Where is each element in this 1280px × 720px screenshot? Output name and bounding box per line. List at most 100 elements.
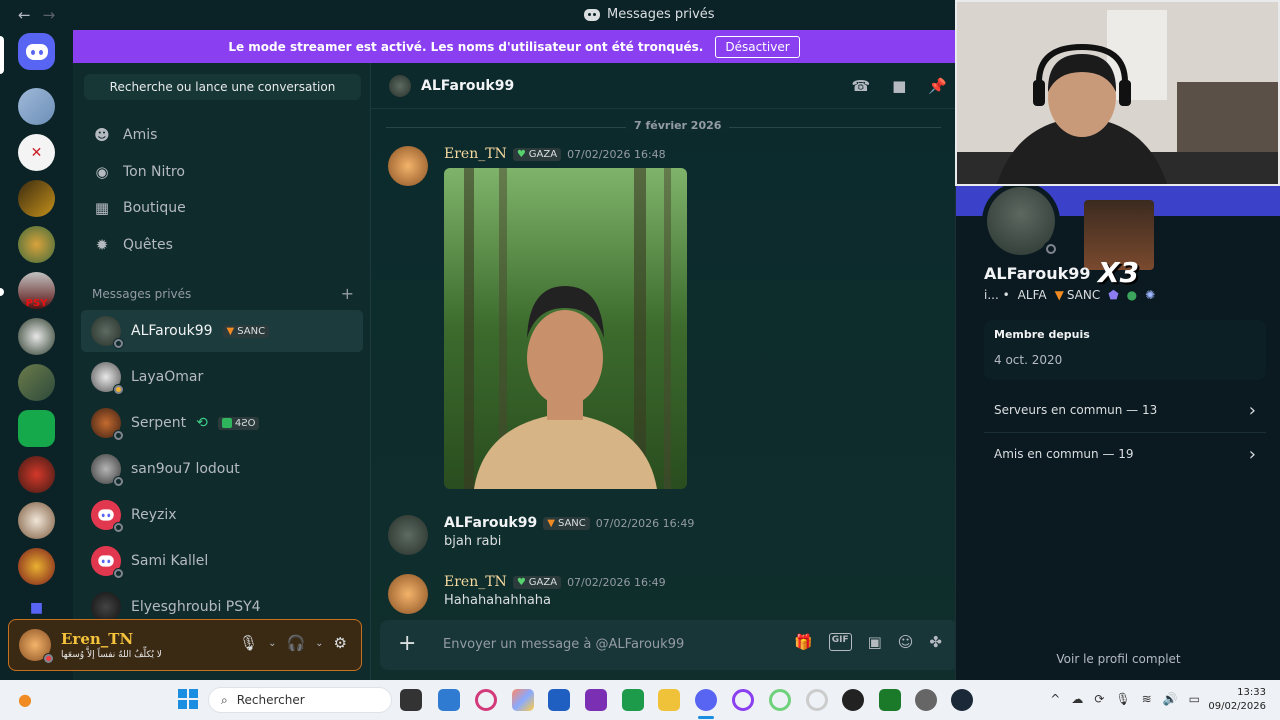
microphone-icon[interactable]: 🎙 — [239, 634, 258, 652]
dm-item-serpent[interactable]: Serpent ⟲ 4ƧO — [81, 402, 363, 444]
badge-gear-icon[interactable]: ✺ — [1145, 288, 1155, 302]
app-icon[interactable] — [438, 689, 460, 711]
clan-tag: ▼ SANC — [222, 324, 270, 338]
folder-icon[interactable]: ■ — [18, 600, 55, 620]
nav-shop[interactable]: ▦ Boutique — [81, 191, 363, 225]
mutual-servers-button[interactable]: Serveurs en commun — 13 › — [984, 389, 1266, 431]
server-icon-3[interactable] — [18, 180, 55, 217]
app-icon[interactable] — [585, 689, 607, 711]
quest-icon: ✹ — [95, 236, 109, 254]
author-avatar[interactable] — [388, 146, 428, 186]
server-icon-8[interactable] — [18, 410, 55, 447]
microphone-icon[interactable]: 🎙 — [1115, 692, 1130, 706]
dm-item-alfarouk99[interactable]: ALFarouk99 ▼ SANC — [81, 310, 363, 352]
apps-icon[interactable]: ✤ — [929, 633, 942, 651]
clock[interactable]: 13:33 09/02/2026 — [1208, 686, 1266, 714]
mutual-friends-button[interactable]: Amis en commun — 19 › — [984, 433, 1266, 475]
copilot-icon[interactable] — [512, 689, 534, 711]
opera-icon[interactable] — [806, 689, 828, 711]
server-icon-1[interactable] — [18, 88, 55, 125]
server-icon-9[interactable] — [18, 456, 55, 493]
task-view-icon[interactable] — [400, 689, 422, 711]
forward-arrow-icon[interactable]: → — [43, 6, 56, 24]
add-attachment-icon[interactable]: + — [398, 631, 416, 656]
channel-header: ALFarouk99 ☎ ■ 📌 — [371, 63, 955, 109]
nitro-badge-icon: ⟲ — [196, 415, 208, 431]
volume-icon[interactable]: 🔊 — [1163, 692, 1178, 706]
home-indicator — [0, 36, 4, 74]
obs-icon[interactable] — [842, 689, 864, 711]
chevron-down-icon[interactable]: ⌄ — [315, 638, 323, 649]
opera-gx-icon[interactable] — [732, 689, 754, 711]
clan-tag: ♥ GAZA — [512, 147, 562, 161]
taskbar-search[interactable]: ⌕ Rechercher — [208, 687, 392, 713]
webcam-image — [957, 2, 1278, 184]
sync-icon[interactable]: ⟳ — [1094, 692, 1104, 706]
steam-icon[interactable] — [951, 689, 973, 711]
clan-tag: ▼ SANC — [1054, 288, 1101, 302]
add-dm-icon[interactable]: + — [341, 284, 354, 303]
author-name[interactable]: Eren_TN — [444, 574, 507, 590]
voice-call-icon[interactable]: ☎ — [851, 77, 870, 95]
image-attachment[interactable] — [444, 168, 687, 489]
nav-friends[interactable]: ☻ Amis — [81, 118, 363, 152]
back-arrow-icon[interactable]: ← — [18, 6, 31, 24]
start-windows-icon[interactable] — [178, 689, 198, 709]
video-call-icon[interactable]: ■ — [892, 77, 906, 95]
dm-header: Messages privés + — [92, 284, 354, 303]
server-icon-psy4[interactable]: PSY — [18, 272, 55, 309]
home-button[interactable] — [18, 33, 55, 70]
active-app-indicator — [698, 716, 714, 719]
dm-item-reyzix[interactable]: Reyzix — [81, 494, 363, 536]
server-icon-4[interactable] — [18, 226, 55, 263]
user-info[interactable]: Eren_TN لا يُكلِّفُ اللهُ نفساً إلاَّ وُ… — [61, 630, 162, 660]
view-full-profile-link[interactable]: Voir le profil complet — [956, 652, 1280, 666]
gif-icon[interactable]: GIF — [828, 633, 852, 651]
emoji-icon[interactable]: ☺ — [898, 633, 914, 651]
discord-taskbar-icon[interactable] — [695, 689, 717, 711]
user-avatar[interactable] — [19, 629, 54, 664]
profile-avatar[interactable] — [982, 182, 1060, 260]
server-icon-2[interactable]: ✕ — [18, 134, 55, 171]
chevron-down-icon[interactable]: ⌄ — [268, 638, 276, 649]
widgets-icon[interactable]: ● — [18, 690, 32, 709]
author-name[interactable]: Eren_TN — [444, 146, 507, 162]
badge-hash-icon[interactable]: ● — [1127, 288, 1137, 302]
pin-icon[interactable]: 📌 — [928, 77, 947, 95]
xbox-icon[interactable] — [622, 689, 644, 711]
sticker-icon[interactable]: ▣ — [868, 633, 882, 651]
message-input[interactable]: Envoyer un message à @ALFarouk99 — [443, 637, 684, 652]
nav-nitro[interactable]: ◉ Ton Nitro — [81, 155, 363, 189]
author-avatar[interactable] — [388, 574, 428, 614]
cloud-icon[interactable]: ☁ — [1071, 692, 1083, 706]
dm-item-layaomar[interactable]: LayaOmar — [81, 356, 363, 398]
disable-streamer-button[interactable]: Désactiver — [715, 35, 800, 58]
search-conversation-button[interactable]: Recherche ou lance une conversation — [84, 74, 361, 100]
store-icon[interactable] — [548, 689, 570, 711]
opera-icon[interactable] — [769, 689, 791, 711]
profile-name: ALFarouk99 — [984, 264, 1091, 283]
chevron-up-icon[interactable]: ^ — [1050, 692, 1060, 706]
leaf-icon — [221, 418, 232, 428]
server-icon-6[interactable] — [18, 318, 55, 355]
gift-icon[interactable]: 🎁 — [794, 633, 813, 651]
server-icon-7[interactable] — [18, 364, 55, 401]
app-icon[interactable] — [879, 689, 901, 711]
person-wave-icon: ☻ — [94, 126, 110, 144]
opera-icon[interactable] — [475, 689, 497, 711]
headphones-icon[interactable]: 🎧 — [286, 634, 305, 652]
wifi-icon[interactable]: ≋ — [1142, 692, 1152, 706]
server-icon-11[interactable] — [18, 548, 55, 585]
author-name[interactable]: ALFarouk99 — [444, 515, 537, 531]
settings-gear-icon[interactable]: ⚙ — [334, 634, 347, 652]
author-avatar[interactable] — [388, 515, 428, 555]
fox-icon: ▼ — [547, 517, 555, 529]
settings-icon[interactable] — [915, 689, 937, 711]
file-explorer-icon[interactable] — [658, 689, 680, 711]
dm-item-san9ou7[interactable]: san9ou7 lodout — [81, 448, 363, 490]
server-icon-10[interactable] — [18, 502, 55, 539]
dm-item-sami-kallel[interactable]: Sami Kallel — [81, 540, 363, 582]
battery-icon[interactable]: ▭ — [1189, 692, 1200, 706]
badge-shield-icon[interactable]: ⬟ — [1108, 288, 1118, 302]
nav-quests[interactable]: ✹ Quêtes — [81, 228, 363, 262]
